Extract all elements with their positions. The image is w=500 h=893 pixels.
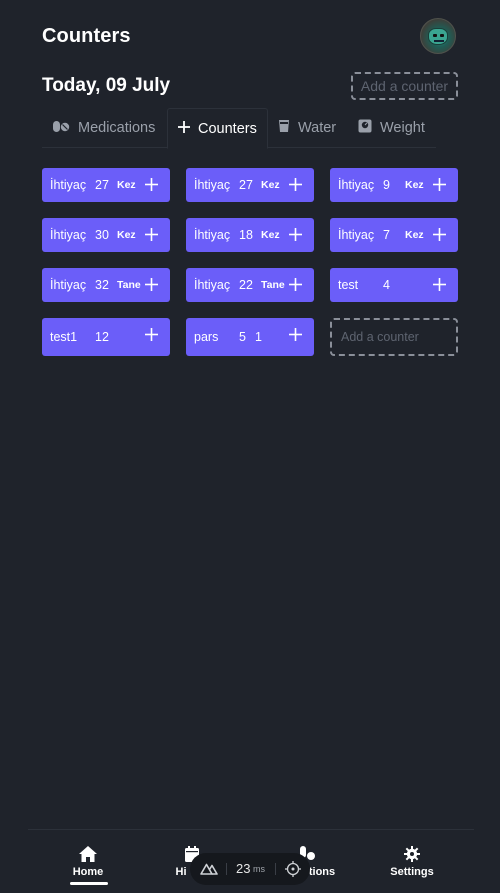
counter-card[interactable]: İhtiyaç 27 Kez (186, 168, 314, 202)
counter-name: İhtiyaç (194, 278, 231, 292)
increment-plus-icon[interactable] (289, 278, 302, 291)
increment-plus-icon[interactable] (289, 228, 302, 241)
counter-card[interactable]: İhtiyaç 22 Tane (186, 268, 314, 302)
active-nav-indicator (70, 882, 108, 885)
tab-weight[interactable]: Weight (358, 108, 425, 148)
avatar-face-icon (428, 28, 448, 45)
counter-name: İhtiyaç (338, 178, 375, 192)
counter-value: 9 (383, 178, 390, 192)
nav-settings[interactable]: Settings (367, 846, 457, 878)
glass-icon (278, 119, 290, 137)
increment-plus-icon[interactable] (433, 228, 446, 241)
home-icon (79, 846, 97, 862)
counter-value: 4 (383, 278, 390, 292)
increment-plus-icon[interactable] (145, 278, 158, 291)
counter-name: İhtiyaç (194, 228, 231, 242)
date-title: Today, 09 July (42, 75, 171, 96)
counter-unit: Tane (261, 279, 285, 291)
counter-card[interactable]: İhtiyaç 7 Kez (330, 218, 458, 252)
tab-counters[interactable]: Counters (167, 108, 268, 149)
counter-card[interactable]: İhtiyaç 27 Kez (42, 168, 170, 202)
divider (275, 863, 276, 875)
counter-value: 30 (95, 228, 109, 242)
counter-value: 12 (95, 330, 109, 344)
counter-name: test1 (50, 330, 78, 344)
counter-name: İhtiyaç (338, 228, 375, 242)
nav-history-label: Hi (175, 866, 187, 878)
increment-plus-icon[interactable] (289, 178, 302, 191)
nuxt-logo-icon (200, 863, 218, 875)
counter-card[interactable]: İhtiyaç 30 Kez (42, 218, 170, 252)
tab-medications-label: Medications (78, 120, 156, 136)
counter-value: 32 (95, 278, 109, 292)
tab-weight-label: Weight (380, 120, 425, 136)
add-counter-button[interactable]: Add a counter (351, 72, 458, 100)
counter-value: 5 (239, 330, 246, 344)
page-title: Counters (42, 25, 131, 47)
counter-name: İhtiyaç (50, 228, 87, 242)
tab-medications[interactable]: Medications (52, 108, 155, 148)
increment-plus-icon[interactable] (289, 328, 302, 341)
tab-bar: Medications Counters Water Weight (42, 108, 436, 149)
counter-unit: Kez (405, 229, 424, 241)
counter-card[interactable]: İhtiyaç 32 Tane (42, 268, 170, 302)
increment-plus-icon[interactable] (433, 278, 446, 291)
app-root: Counters Today, 09 July Add a counter Me… (0, 0, 500, 893)
scale-icon (358, 119, 372, 137)
counter-card[interactable]: pars 5 1 (186, 318, 314, 356)
nav-home-label: Home (72, 866, 104, 878)
render-time-unit: ms (253, 864, 265, 874)
counter-name: pars (194, 330, 219, 344)
counter-unit: Kez (261, 229, 280, 241)
dev-tools-pill[interactable]: 23 ms (190, 853, 310, 885)
counter-value: 27 (239, 178, 253, 192)
counter-name: test (338, 278, 359, 292)
counter-unit: Kez (261, 179, 280, 191)
pills-icon (52, 119, 70, 137)
counter-card[interactable]: test 4 (330, 268, 458, 302)
add-counter-cell[interactable]: Add a counter (330, 318, 458, 356)
tab-water-label: Water (298, 120, 337, 136)
counter-unit: 1 (255, 330, 262, 344)
counter-unit: Kez (117, 179, 136, 191)
tab-counters-label: Counters (198, 120, 257, 137)
increment-plus-icon[interactable] (145, 178, 158, 191)
counter-value: 7 (383, 228, 390, 242)
plus-icon (178, 120, 190, 137)
counter-value: 18 (239, 228, 253, 242)
gear-icon (404, 846, 420, 862)
tab-water[interactable]: Water (278, 108, 336, 148)
counter-value: 27 (95, 178, 109, 192)
counter-unit: Kez (405, 179, 424, 191)
counter-card[interactable]: İhtiyaç 9 Kez (330, 168, 458, 202)
counter-name: İhtiyaç (50, 278, 87, 292)
counter-unit: Tane (117, 279, 141, 291)
counter-name: İhtiyaç (194, 178, 231, 192)
avatar[interactable] (420, 18, 456, 54)
increment-plus-icon[interactable] (145, 328, 158, 341)
counter-name: İhtiyaç (50, 178, 87, 192)
increment-plus-icon[interactable] (145, 228, 158, 241)
counter-card[interactable]: test1 12 (42, 318, 170, 356)
nav-medications-label: tions (308, 866, 336, 878)
divider (226, 863, 227, 875)
render-time-value: 23 (236, 861, 251, 876)
counter-unit: Kez (117, 229, 136, 241)
target-icon[interactable] (285, 861, 301, 877)
counter-value: 22 (239, 278, 253, 292)
nav-home[interactable]: Home (43, 846, 133, 878)
nav-settings-label: Settings (390, 866, 434, 878)
increment-plus-icon[interactable] (433, 178, 446, 191)
counter-card[interactable]: İhtiyaç 18 Kez (186, 218, 314, 252)
